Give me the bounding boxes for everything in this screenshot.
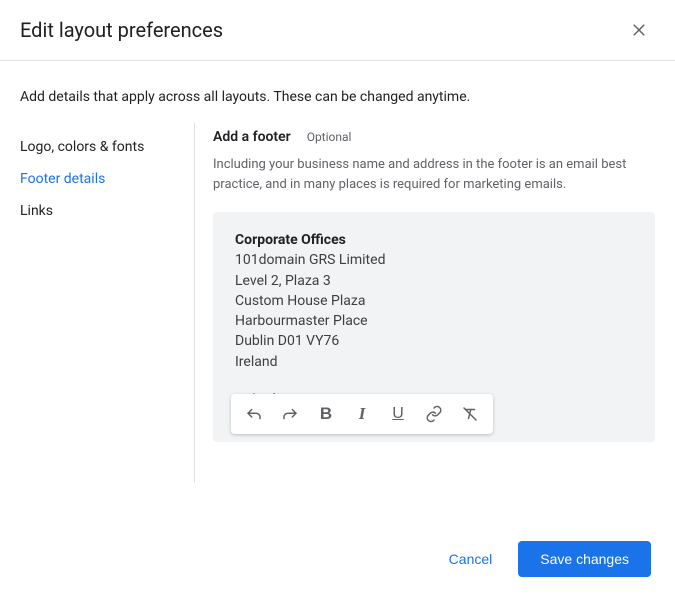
main-panel: Add a footer Optional Including your bus… — [195, 123, 655, 483]
optional-label: Optional — [307, 130, 352, 144]
formatting-toolbar: B I U — [231, 394, 493, 434]
dialog-title: Edit layout preferences — [20, 18, 223, 42]
footer-line: Harbourmaster Place — [235, 311, 633, 331]
link-icon — [425, 405, 443, 423]
bold-button[interactable]: B — [309, 398, 343, 430]
undo-button[interactable] — [237, 398, 271, 430]
dialog-subtitle: Add details that apply across all layout… — [0, 61, 675, 123]
footer-line: Custom House Plaza — [235, 291, 633, 311]
section-description: Including your business name and address… — [213, 155, 655, 194]
section-header: Add a footer Optional — [213, 129, 655, 145]
close-icon — [630, 21, 648, 39]
dialog-header: Edit layout preferences — [0, 0, 675, 61]
footer-line: Ireland — [235, 352, 633, 372]
footer-block-title: Corporate Offices — [235, 230, 633, 250]
clear-format-button[interactable] — [453, 398, 487, 430]
section-title: Add a footer — [213, 129, 291, 145]
content-area: Logo, colors & fonts Footer details Link… — [0, 123, 675, 483]
sidebar-item-links[interactable]: Links — [20, 195, 182, 227]
undo-icon — [245, 405, 263, 423]
redo-icon — [281, 405, 299, 423]
italic-button[interactable]: I — [345, 398, 379, 430]
sidebar-item-footer-details[interactable]: Footer details — [20, 163, 182, 195]
save-button[interactable]: Save changes — [518, 541, 651, 577]
footer-block: Corporate Offices101domain GRS LimitedLe… — [235, 230, 633, 372]
link-button[interactable] — [417, 398, 451, 430]
sidebar: Logo, colors & fonts Footer details Link… — [20, 123, 195, 483]
footer-editor-content[interactable]: Corporate Offices101domain GRS LimitedLe… — [213, 212, 655, 407]
footer-line: 101domain GRS Limited — [235, 250, 633, 270]
sidebar-item-logo-colors-fonts[interactable]: Logo, colors & fonts — [20, 131, 182, 163]
clear-format-icon — [461, 405, 479, 423]
dialog-footer: Cancel Save changes — [431, 541, 651, 577]
footer-line: Dublin D01 VY76 — [235, 331, 633, 351]
redo-button[interactable] — [273, 398, 307, 430]
footer-line: Level 2, Plaza 3 — [235, 271, 633, 291]
underline-button[interactable]: U — [381, 398, 415, 430]
footer-editor: Corporate Offices101domain GRS LimitedLe… — [213, 212, 655, 442]
close-button[interactable] — [627, 18, 651, 42]
cancel-button[interactable]: Cancel — [431, 541, 511, 577]
